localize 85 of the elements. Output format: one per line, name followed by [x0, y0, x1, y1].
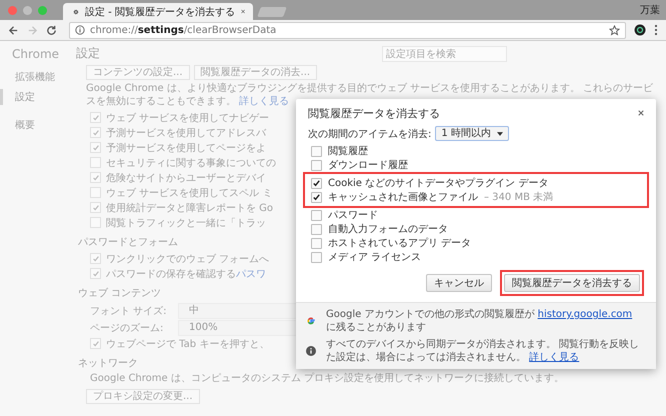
checkbox-label: パスワード: [328, 209, 378, 222]
checkbox[interactable]: [90, 217, 101, 228]
note-text: すべてのデバイスから同期データが消去されます。 閲覧行動を反映した設定は、場合によっては消去されません。 詳しく見る: [326, 338, 640, 364]
checkbox[interactable]: [90, 202, 101, 213]
clear-data-button[interactable]: 閲覧履歴データを消去する: [504, 274, 640, 292]
history-link[interactable]: history.google.com: [538, 309, 632, 320]
checkbox[interactable]: [311, 224, 322, 234]
checkbox-row[interactable]: 閲覧履歴: [303, 144, 649, 158]
checkbox-label: ウェブ サービスを使用してナビゲー: [106, 112, 270, 124]
checkbox-row[interactable]: ホストされているアプリ データ: [303, 236, 649, 250]
checkbox-row[interactable]: パスワード: [303, 208, 649, 222]
checkbox[interactable]: [311, 160, 322, 170]
checkbox-label: ダウンロード履歴: [328, 159, 408, 172]
section-heading: ウェブ コンテンツ: [78, 286, 162, 300]
section-heading: パスワードとフォーム: [78, 236, 178, 249]
checkbox-label: 予測サービスを使用してアドレスバ: [106, 126, 266, 140]
forward-icon[interactable]: [27, 24, 38, 36]
checkbox[interactable]: [311, 252, 322, 262]
zoom-window-icon[interactable]: [38, 6, 47, 14]
dialog-title: 閲覧履歴データを消去する: [308, 106, 440, 120]
menu-icon[interactable]: [654, 24, 658, 36]
checkbox[interactable]: [90, 172, 101, 183]
checkbox-row[interactable]: キャッシュされた画像とファイル – 340 MB 未満: [303, 190, 649, 208]
checkbox-row[interactable]: 自動入力フォームのデータ: [303, 222, 649, 236]
checkbox[interactable]: [90, 338, 101, 349]
cancel-button[interactable]: キャンセル: [426, 274, 492, 292]
sidebar-title: Chrome: [11, 47, 60, 61]
bookmark-star-icon[interactable]: [609, 24, 620, 36]
learn-more-link[interactable]: 詳しく見る: [529, 352, 580, 363]
checkbox-label: キャッシュされた画像とファイル: [328, 191, 478, 204]
size-note: – 340 MB 未満: [484, 190, 554, 204]
checkbox-label: セキュリティに関する事象についての: [106, 156, 276, 170]
checkbox-row[interactable]: Cookie などのサイトデータやプラグイン データ: [303, 172, 649, 190]
tab-title: 設定 - 閲覧履歴データを消去する: [84, 6, 235, 18]
checkbox-label: Cookie などのサイトデータやプラグイン データ: [328, 176, 548, 190]
checkbox-label: 閲覧トラフィックと一緒に「トラッ: [106, 216, 266, 230]
back-icon[interactable]: [8, 24, 19, 36]
browser-tab[interactable]: 設定 - 閲覧履歴データを消去する: [63, 3, 253, 20]
checkbox-label: 使用統計データと障害レポートを Go: [106, 202, 274, 214]
checkbox-label: パスワードの保存を確認するパスワ: [106, 268, 266, 280]
checkbox-label: 予測サービスを使用してページをよ: [106, 142, 266, 154]
checkbox-label: ウェブページで Tab キーを押すと、: [106, 338, 270, 350]
network-description: Google Chrome は、コンピュータのシステム プロキシ設定を使用してネットワークに接続しています。: [89, 372, 566, 386]
extension-icon[interactable]: [634, 24, 646, 36]
section-heading: ネットワーク: [78, 357, 138, 370]
address-bar[interactable]: chrome://settings/clearBrowserData: [69, 22, 626, 38]
checkbox[interactable]: [90, 268, 101, 279]
checkbox[interactable]: [90, 127, 101, 138]
note-text: Google アカウントでの他の形式の閲覧履歴が history.google.com に残ることがあります: [326, 308, 634, 334]
caret-icon: [496, 132, 503, 136]
field-label: フォント サイズ:: [90, 304, 168, 318]
checkbox[interactable]: [90, 112, 101, 123]
checkbox[interactable]: [90, 157, 101, 168]
profile-name[interactable]: 万葉: [640, 3, 660, 17]
close-icon[interactable]: [240, 8, 245, 15]
checkbox[interactable]: [311, 146, 322, 156]
period-label: 次の期間のアイテムを消去:: [308, 128, 432, 140]
checkbox-label: 危険なサイトからユーザーとデバイ: [106, 172, 266, 184]
settings-icon: [73, 6, 79, 16]
close-icon[interactable]: [638, 110, 644, 116]
checkbox-label: メディア ライセンス: [328, 251, 422, 264]
checkbox-label: 閲覧履歴: [328, 145, 368, 158]
checkbox-label: ホストされているアプリ データ: [328, 236, 472, 250]
minimize-window-icon[interactable]: [23, 6, 32, 14]
checkbox-row[interactable]: ダウンロード履歴: [303, 158, 649, 172]
checkbox[interactable]: [90, 253, 101, 264]
period-dropdown[interactable]: 1 時間以内: [435, 126, 509, 141]
page-title: 設定: [76, 45, 100, 62]
checkbox[interactable]: [90, 187, 101, 198]
checkbox-label: 自動入力フォームのデータ: [328, 222, 448, 236]
checkbox[interactable]: [311, 192, 322, 202]
checkbox-label: ウェブ サービスを使用してスペル ミ: [106, 186, 272, 200]
checkbox[interactable]: [311, 238, 322, 248]
field-label: ページのズーム:: [90, 322, 164, 334]
new-tab-button[interactable]: [257, 7, 287, 17]
checkbox[interactable]: [311, 210, 322, 220]
google-g-icon: [306, 316, 316, 326]
info-icon: [306, 346, 316, 356]
checkbox[interactable]: [311, 178, 322, 188]
close-window-icon[interactable]: [8, 6, 17, 14]
checkbox-row[interactable]: メディア ライセンス: [303, 250, 649, 264]
reload-icon[interactable]: [46, 24, 57, 36]
info-icon: [75, 25, 85, 35]
checkbox[interactable]: [90, 142, 101, 153]
checkbox-label: ワンクリックでのウェブ フォームへ: [106, 252, 270, 266]
